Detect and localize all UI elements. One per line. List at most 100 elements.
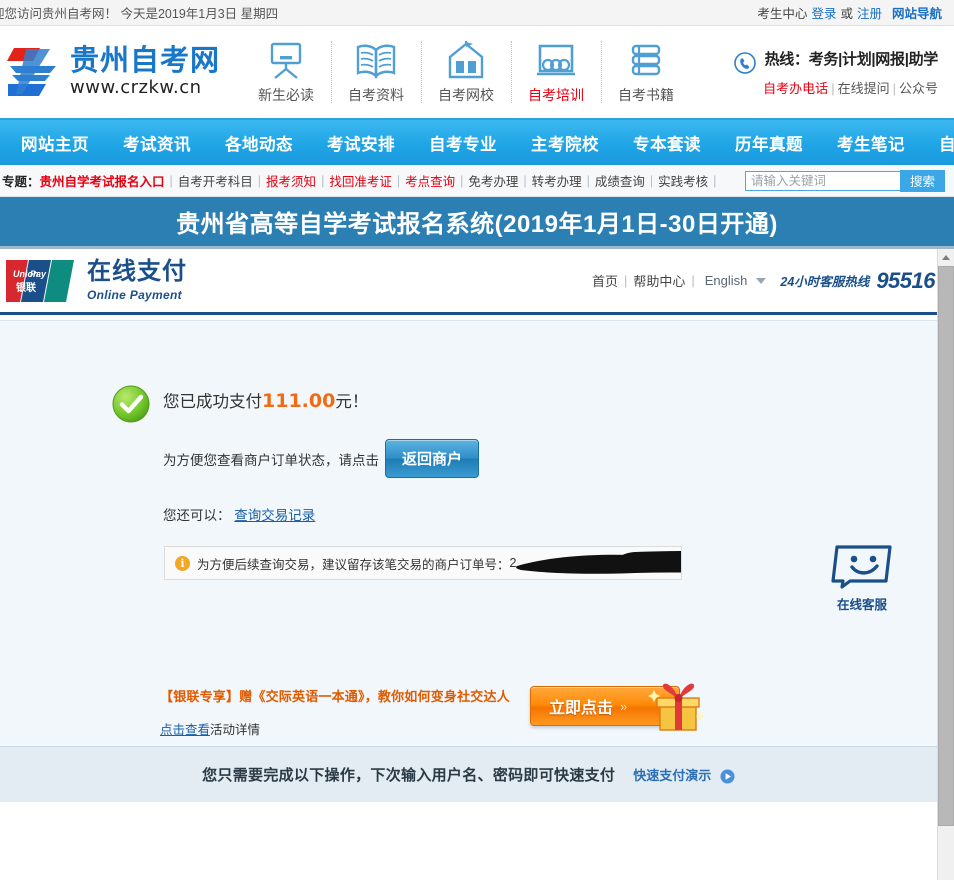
payment-hotline-label: 24小时客服热线: [780, 275, 870, 289]
nav-item-home[interactable]: 网站主页: [4, 131, 106, 155]
logo-text-block: 贵州自考网 www.crzkw.cn: [70, 44, 221, 98]
promo-link-suffix-1: 活动详情: [210, 723, 261, 737]
quicknav-item-newcomer[interactable]: 新生必读: [241, 35, 331, 109]
divider: |: [523, 173, 527, 188]
quicknav-item-onlineschool[interactable]: 自考网校: [421, 35, 511, 109]
site-nav-link[interactable]: 网站导航: [892, 3, 942, 22]
nav-item-colleges[interactable]: 主考院校: [514, 131, 616, 155]
play-icon: [720, 769, 735, 784]
divider: |: [691, 273, 695, 288]
success-prefix: 您已成功支付: [163, 393, 262, 411]
open-book-icon: [331, 39, 421, 83]
payment-amount: 111.00: [262, 390, 336, 412]
quicknav-label: 自考书籍: [618, 87, 674, 103]
registration-banner: 贵州省高等自学考试报名系统(2019年1月1日-30日开通): [0, 197, 954, 249]
promo-cta-button-1[interactable]: 立即点击 »: [530, 683, 705, 731]
redaction-scribble: [516, 550, 681, 574]
search-input[interactable]: [744, 170, 900, 191]
easel-icon: [241, 39, 331, 83]
return-to-merchant-button[interactable]: 返回商户: [385, 439, 480, 478]
office-phone-link[interactable]: 自考办电话: [763, 81, 828, 96]
hotline-title: 热线：考务|计划|网报|助学: [763, 48, 939, 69]
hotline-rows: 热线：考务|计划|网报|助学 自考办电话 | 在线提问 | 公众号: [763, 48, 938, 97]
divider: |: [257, 173, 262, 188]
nav-item-past-papers[interactable]: 历年真题: [718, 131, 820, 155]
scrollbar-thumb[interactable]: [938, 266, 954, 826]
online-ask-link[interactable]: 在线提问: [838, 81, 890, 96]
topic-link-transfer[interactable]: 转考办理: [532, 171, 582, 190]
site-logo[interactable]: 贵州自考网 www.crzkw.cn: [0, 44, 225, 100]
divider: |: [460, 173, 464, 188]
also-can-row: 您还可以： 查询交易记录: [163, 504, 479, 524]
member-center-link[interactable]: 考生中心: [757, 3, 807, 22]
divider: |: [586, 173, 590, 188]
chevron-down-icon[interactable]: [756, 277, 767, 284]
payment-nav-help[interactable]: 帮助中心: [633, 271, 685, 290]
register-link[interactable]: 注册: [857, 3, 882, 22]
school-building-icon: [421, 39, 511, 83]
payment-success-texts: 您已成功支付111.00元！ 为方便您查看商户订单状态，请点击 返回商户 您还可…: [163, 383, 480, 524]
nav-item-exam-schedule[interactable]: 考试安排: [310, 131, 412, 155]
topic-link-exemption[interactable]: 免考办理: [468, 171, 518, 190]
topic-link-subjects[interactable]: 自考开考科目: [178, 171, 253, 190]
classroom-icon: [511, 39, 601, 83]
merchant-return-row: 为方便您查看商户订单状态，请点击 返回商户: [163, 439, 480, 478]
topic-link-scores[interactable]: 成绩查询: [595, 171, 645, 190]
crzkw-logo-icon: [7, 48, 56, 96]
main-navigation: 网站主页 考试资讯 各地动态 考试安排 自考专业 主考院校 专本套读 历年真题 …: [0, 120, 954, 165]
phone-icon: [734, 51, 756, 77]
payment-success-block: 您已成功支付111.00元！ 为方便您查看商户订单状态，请点击 返回商户 您还可…: [0, 383, 937, 524]
divider: |: [831, 80, 835, 96]
search-button[interactable]: 搜索: [899, 169, 945, 192]
site-header: 贵州自考网 www.crzkw.cn 新生必读 自考资料 自考网校 自考培训 自…: [0, 26, 954, 120]
online-service-label: 在线客服: [836, 598, 887, 612]
stacked-books-icon: [601, 39, 691, 83]
also-can-label: 您还可以：: [163, 508, 231, 523]
payment-hotline-number: 95516: [876, 267, 935, 293]
online-customer-service[interactable]: 在线客服: [823, 543, 901, 613]
login-link[interactable]: 登录: [811, 3, 836, 22]
quickpay-demo-link[interactable]: 快速支付演示: [633, 765, 735, 784]
payment-nav-home[interactable]: 首页: [592, 271, 618, 290]
nav-item-qa[interactable]: 自考答疑: [922, 131, 954, 155]
topic-link-retrieve-ticket[interactable]: 找回准考证: [329, 171, 392, 190]
unionpay-badge-icon: Union Pay 银联: [4, 258, 80, 304]
nav-item-majors[interactable]: 自考专业: [412, 131, 514, 155]
language-selector[interactable]: English: [705, 273, 748, 288]
divider: |: [321, 173, 325, 188]
nav-item-student-notes[interactable]: 考生笔记: [820, 131, 922, 155]
unionpay-logo[interactable]: Union Pay 银联 在线支付 Online Payment: [4, 258, 187, 304]
topic-link-notice[interactable]: 报考须知: [266, 171, 316, 190]
merchant-hint-text: 为方便您查看商户订单状态，请点击: [163, 452, 379, 468]
topic-link-practice[interactable]: 实践考核: [658, 171, 708, 190]
promo-detail-link-1[interactable]: 点击查看: [160, 723, 210, 737]
banner-title: 贵州省高等自学考试报名系统(2019年1月1日-30日开通): [176, 211, 778, 238]
nav-item-combo-study[interactable]: 专本套读: [616, 131, 718, 155]
payment-page: Union Pay 银联 在线支付 Online Payment 首页 | 帮助…: [0, 249, 937, 880]
svg-text:银联: 银联: [16, 281, 36, 294]
scroll-up-button[interactable]: [938, 249, 954, 266]
topic-link-site-query[interactable]: 考点查询: [405, 171, 455, 190]
online-service-chat-icon: [831, 545, 892, 589]
quicknav-item-training[interactable]: 自考培训: [511, 35, 601, 109]
promo-cta-arrow-1: »: [620, 698, 628, 714]
divider: |: [649, 173, 654, 188]
hotline-items: 考务|计划|网报|助学: [808, 50, 939, 68]
quicknav-item-books[interactable]: 自考书籍: [601, 35, 691, 109]
nav-item-exam-news[interactable]: 考试资讯: [106, 131, 208, 155]
logo-site-name: 贵州自考网: [70, 44, 221, 77]
divider: |: [623, 273, 628, 288]
order-number-visible: 2: [509, 556, 517, 570]
quicknav-item-materials[interactable]: 自考资料: [331, 35, 421, 109]
nav-item-regional-news[interactable]: 各地动态: [208, 131, 310, 155]
divider: |: [892, 80, 896, 96]
public-account-link[interactable]: 公众号: [899, 81, 938, 96]
success-check-icon: [112, 385, 150, 423]
utility-topbar: 迎您访问贵州自考网！ 今天是2019年1月3日 星期四 考生中心 登录 或 注册…: [0, 0, 954, 26]
topic-featured-link[interactable]: 贵州自学考试报名入口: [40, 171, 165, 190]
query-transaction-record-link[interactable]: 查询交易记录: [234, 508, 315, 523]
or-separator: 或: [840, 7, 853, 21]
topic-label: 专题：: [2, 175, 40, 189]
payment-iframe: Union Pay 银联 在线支付 Online Payment 首页 | 帮助…: [0, 249, 954, 880]
iframe-scrollbar[interactable]: [937, 249, 954, 880]
